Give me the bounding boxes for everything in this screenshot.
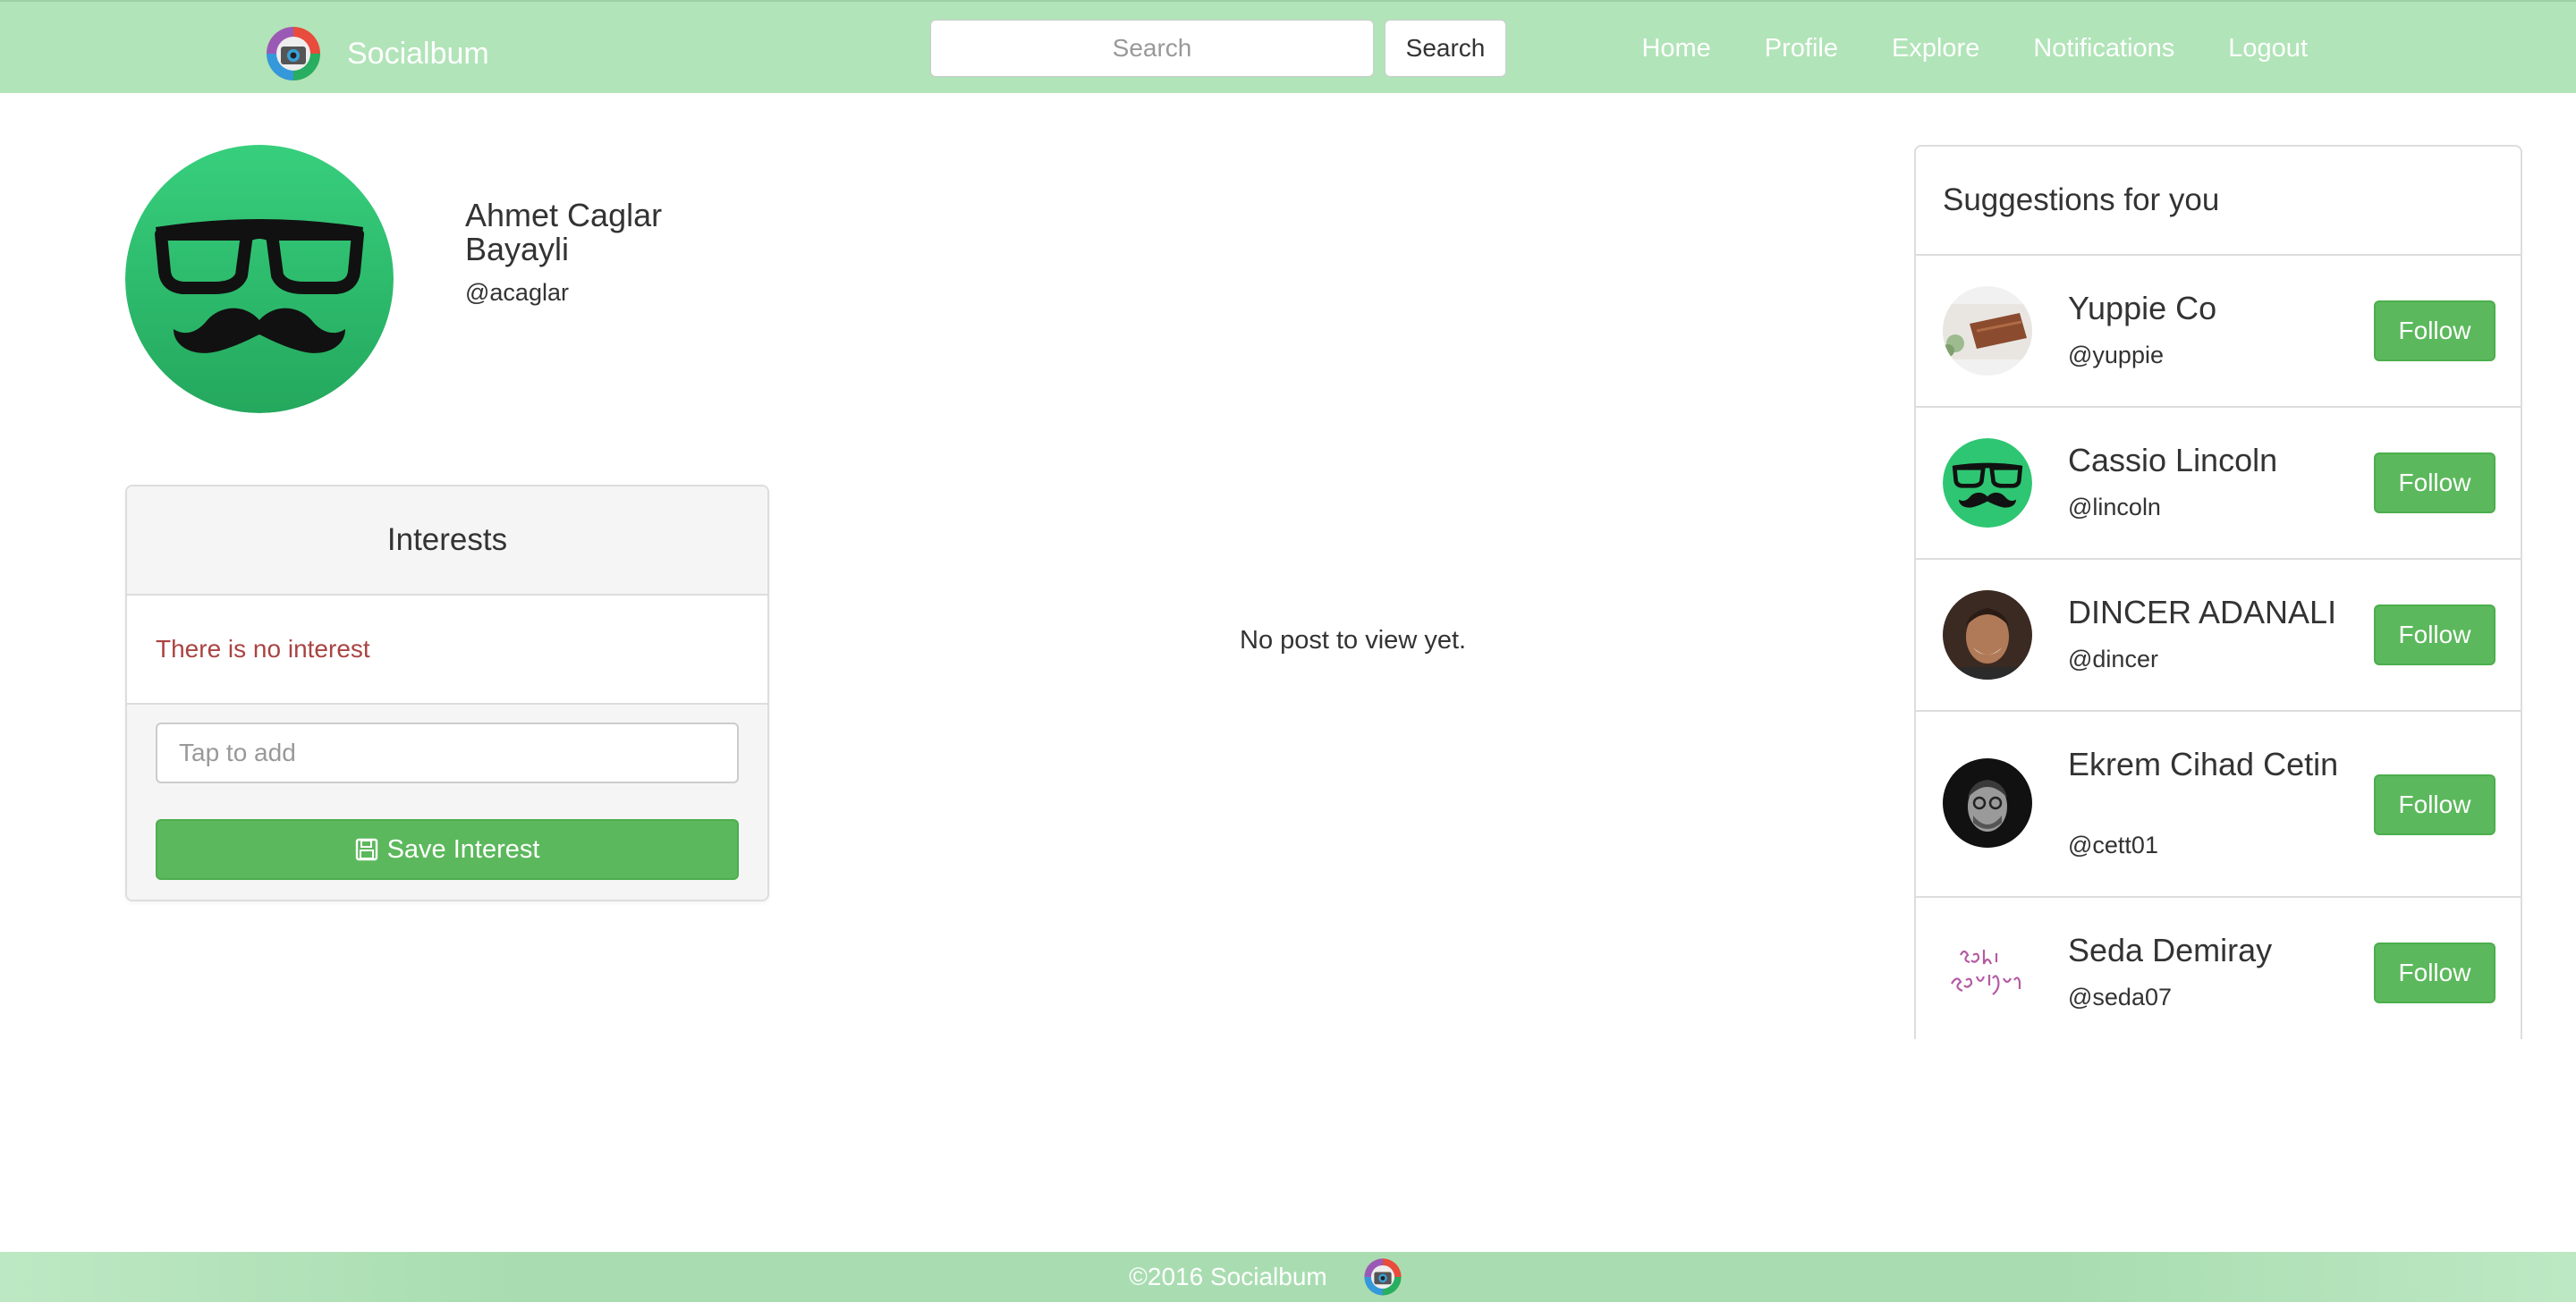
suggestion-handle: @seda07 [2068, 984, 2172, 1010]
suggestion-name[interactable]: Seda Demiray [2068, 934, 2345, 968]
avatar[interactable] [1943, 928, 2032, 1018]
camera-logo-icon [1364, 1258, 1402, 1296]
follow-button[interactable]: Follow [2374, 300, 2496, 361]
brand-name: Socialbum [347, 36, 489, 71]
nav-item-notifications: Notifications [2033, 34, 2174, 63]
suggestion-name[interactable]: Yuppie Co [2068, 292, 2345, 326]
floppy-disk-icon [355, 838, 377, 861]
profile-handle: @acaglar [465, 279, 569, 306]
search-button[interactable]: Search [1385, 20, 1506, 77]
suggestion-handle: @cett01 [2068, 832, 2158, 858]
suggestion-name[interactable]: Cassio Lincoln [2068, 444, 2345, 478]
interest-input[interactable] [156, 723, 739, 783]
profile-name: Ahmet Caglar Bayayli [465, 197, 663, 267]
no-posts-message: No post to view yet. [1240, 626, 1467, 655]
avatar[interactable] [1943, 758, 2032, 848]
suggestion-item: Seda Demiray @seda07 Follow [1916, 898, 2521, 1039]
nav-link-explore[interactable]: Explore [1892, 34, 1979, 63]
follow-button[interactable]: Follow [2374, 452, 2496, 513]
camera-logo-icon [267, 27, 320, 80]
interests-footer: Save Interest [127, 705, 767, 900]
person-photo-icon [1943, 758, 2032, 848]
glasses-mustache-icon [125, 145, 394, 413]
avatar[interactable] [1943, 286, 2032, 376]
nav-links: Home Profile Explore Notifications Logou… [1588, 29, 2308, 68]
brand-link[interactable]: Socialbum [265, 27, 489, 80]
nav-item-explore: Explore [1892, 34, 1979, 63]
nav-item-profile: Profile [1765, 34, 1838, 63]
nav-item-home: Home [1641, 34, 1710, 63]
nav-link-notifications[interactable]: Notifications [2033, 34, 2174, 63]
interests-panel: Interests There is no interest Save Inte… [125, 485, 769, 901]
save-interest-label: Save Interest [386, 834, 540, 864]
interests-header: Interests [127, 486, 767, 596]
person-photo-icon [1943, 590, 2032, 680]
suggestion-handle: @yuppie [2068, 342, 2164, 368]
profile-avatar [125, 145, 394, 413]
navbar: Socialbum Search Home Profile Explore No… [0, 0, 2576, 93]
handwriting-image-icon [1943, 928, 2032, 1018]
suggestions-header: Suggestions for you [1916, 147, 2521, 256]
follow-button[interactable]: Follow [2374, 943, 2496, 1003]
no-interest-message: There is no interest [156, 635, 370, 663]
glasses-mustache-icon [1943, 438, 2032, 528]
footer: ©2016 Socialbum [0, 1252, 2576, 1302]
nav-link-profile[interactable]: Profile [1765, 34, 1838, 63]
follow-button[interactable]: Follow [2374, 774, 2496, 835]
suggestion-name[interactable]: DINCER ADANALI [2068, 596, 2345, 630]
search-input[interactable] [930, 20, 1374, 77]
save-interest-button[interactable]: Save Interest [156, 819, 739, 880]
suggestions-panel: Suggestions for you Yuppie Co @yuppie Fo… [1914, 145, 2522, 1039]
suggestion-handle: @dincer [2068, 646, 2158, 672]
interests-body: There is no interest [127, 596, 767, 705]
suggestion-item: Yuppie Co @yuppie Follow [1916, 256, 2521, 408]
nav-link-home[interactable]: Home [1641, 34, 1710, 63]
suggestion-handle: @lincoln [2068, 494, 2161, 520]
nav-link-logout[interactable]: Logout [2228, 34, 2308, 63]
avatar[interactable] [1943, 590, 2032, 680]
wallet-photo-icon [1943, 286, 2032, 376]
interests-title: Interests [386, 522, 508, 557]
suggestion-item: Ekrem Cihad Cetin @cett01 Follow [1916, 712, 2521, 898]
suggestions-title: Suggestions for you [1943, 182, 2220, 217]
follow-button[interactable]: Follow [2374, 604, 2496, 665]
suggestion-item: Cassio Lincoln @lincoln Follow [1916, 408, 2521, 560]
footer-copyright: ©2016 Socialbum [1129, 1263, 1327, 1290]
suggestion-item: DINCER ADANALI @dincer Follow [1916, 560, 2521, 712]
suggestion-name[interactable]: Ekrem Cihad Cetin [2068, 748, 2345, 782]
avatar[interactable] [1943, 438, 2032, 528]
nav-item-logout: Logout [2228, 34, 2308, 63]
